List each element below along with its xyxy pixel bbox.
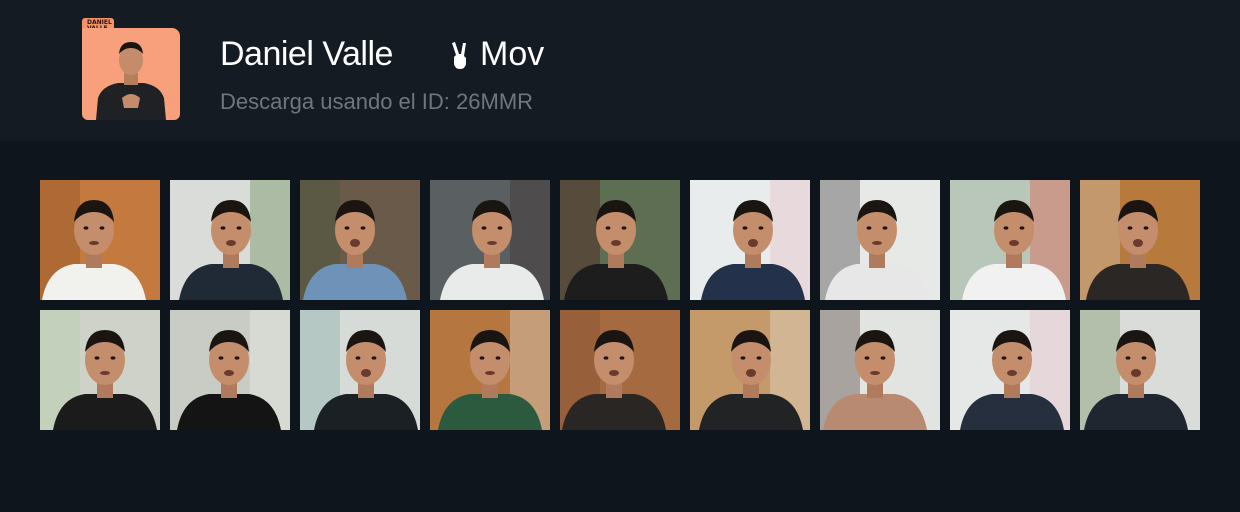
gif-thumbnail[interactable] (40, 310, 160, 430)
gif-image (690, 310, 810, 430)
gif-image (950, 180, 1070, 300)
gif-thumbnail[interactable] (170, 180, 290, 300)
download-id-text: Descarga usando el ID: 26MMR (220, 89, 534, 114)
gif-image (560, 310, 680, 430)
gif-image (40, 310, 160, 430)
gif-image (300, 180, 420, 300)
gif-thumbnail[interactable] (820, 180, 940, 300)
gif-image (1080, 310, 1200, 430)
gif-thumbnail[interactable] (430, 310, 550, 430)
gif-image (950, 310, 1070, 430)
page-title: Daniel Valle (220, 35, 393, 73)
gif-image (560, 180, 680, 300)
gif-thumbnail[interactable] (300, 180, 420, 300)
gif-image (430, 310, 550, 430)
pack-name: Mov (480, 35, 545, 73)
pack-title: Mov (450, 34, 544, 74)
folder-icon[interactable]: DANIEL VALLE (82, 18, 180, 120)
gif-thumbnail[interactable] (690, 310, 810, 430)
gif-image (170, 180, 290, 300)
gif-image (170, 310, 290, 430)
gif-thumbnail[interactable] (430, 180, 550, 300)
gif-thumbnail[interactable] (1080, 310, 1200, 430)
header: DANIEL VALLE Daniel Valle Mov Descarga u… (0, 0, 1240, 141)
gif-grid (40, 180, 1200, 430)
gif-thumbnail[interactable] (690, 180, 810, 300)
gif-thumbnail[interactable] (950, 310, 1070, 430)
gif-image (820, 180, 940, 300)
victory-hand-icon (452, 42, 466, 69)
gif-image (430, 180, 550, 300)
gif-image (300, 310, 420, 430)
gif-thumbnail[interactable] (40, 180, 160, 300)
gif-image (40, 180, 160, 300)
gif-thumbnail[interactable] (560, 180, 680, 300)
gif-thumbnail[interactable] (560, 310, 680, 430)
gif-image (820, 310, 940, 430)
gif-thumbnail[interactable] (1080, 180, 1200, 300)
folder-thumbnail (82, 28, 180, 120)
gif-image (1080, 180, 1200, 300)
gif-thumbnail[interactable] (950, 180, 1070, 300)
gif-image (690, 180, 810, 300)
gif-thumbnail[interactable] (170, 310, 290, 430)
gif-thumbnail[interactable] (820, 310, 940, 430)
gif-thumbnail[interactable] (300, 310, 420, 430)
